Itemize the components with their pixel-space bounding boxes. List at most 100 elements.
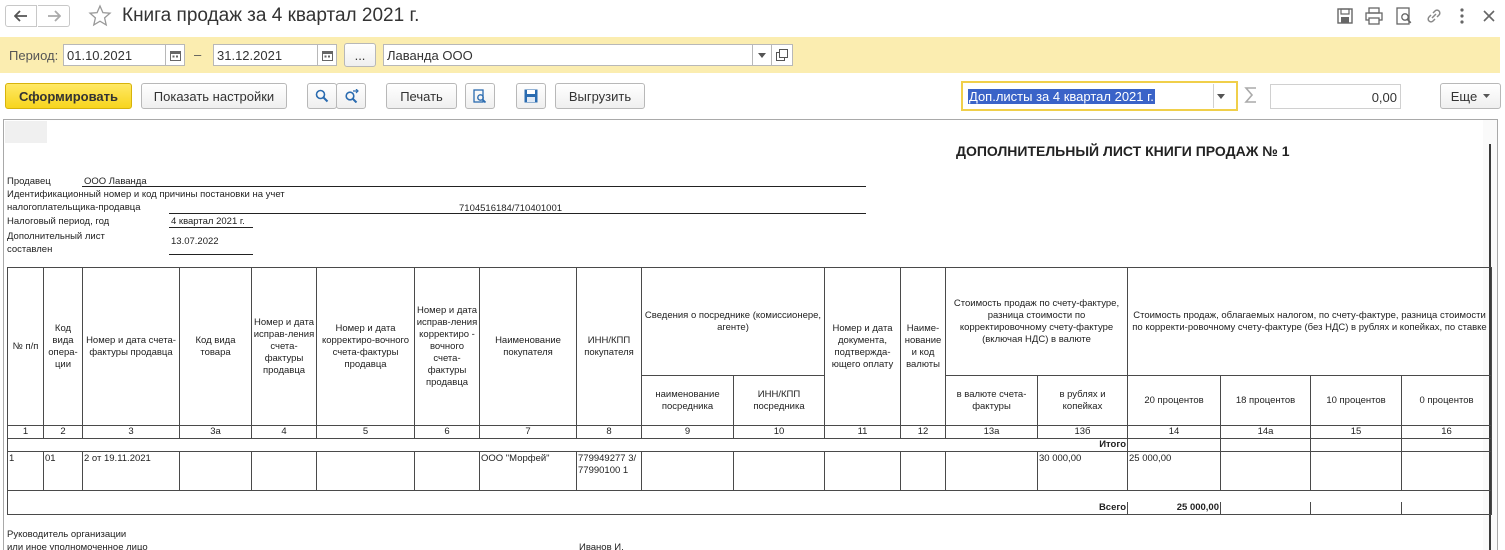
calendar-icon [169, 50, 181, 61]
print-preview-button[interactable] [465, 83, 495, 109]
row-number: 1 [7, 451, 44, 491]
report-section-select[interactable]: Доп.листы за 4 квартал 2021 г. [961, 81, 1238, 111]
document-title: ДОПОЛНИТЕЛЬНЫЙ ЛИСТ КНИГИ ПРОДАЖ № 1 [956, 143, 1290, 159]
header-c14-16: Стоимость продаж, облагаемых налогом, по… [1127, 267, 1492, 376]
window-title: Книга продаж за 4 квартал 2021 г. [122, 5, 420, 26]
period-label: Период: [9, 48, 59, 63]
tax-period-value: 4 квартал 2021 г. [171, 216, 245, 227]
col-number: 11 [824, 425, 901, 439]
col-number: 1 [7, 425, 44, 439]
header-c7: Наименование покупателя [479, 267, 577, 426]
col-number: 3а [179, 425, 252, 439]
arrow-right-icon [47, 10, 61, 22]
period-choose-button[interactable]: ... [344, 43, 376, 67]
col-number: 13б [1037, 425, 1128, 439]
header-c9: наименование посредника [641, 375, 734, 426]
export-button[interactable]: Выгрузить [555, 83, 645, 109]
header-c6: Номер и дата исправ-ления корректиро - в… [414, 267, 480, 426]
col-number: 10 [733, 425, 825, 439]
tax-period-label: Налоговый период, год [7, 216, 110, 227]
favorite-star-icon[interactable] [88, 4, 112, 28]
footer-signer-name: Иванов И. [579, 542, 624, 550]
report-spreadsheet[interactable]: ДОПОЛНИТЕЛЬНЫЙ ЛИСТ КНИГИ ПРОДАЖ № 1 Про… [3, 119, 1498, 550]
header-c8: ИНН/КПП покупателя [576, 267, 642, 426]
vsego-row: Всего 25 000,00 [7, 501, 1492, 515]
col-number: 5 [316, 425, 415, 439]
organization-input[interactable]: Лаванда ООО [383, 44, 753, 66]
row-buyer-inn: 779949277 3/77990100 1 [576, 451, 642, 491]
period-separator: – [194, 47, 202, 62]
table-row[interactable]: 1 01 2 от 19.11.2021 ООО "Морфей" 779949… [7, 451, 1492, 491]
col-number: 2 [43, 425, 83, 439]
header-c14: 20 процентов [1127, 375, 1221, 426]
addsheet-label-line1: Дополнительный лист [7, 231, 105, 242]
period-from-input[interactable]: 01.10.2021 [63, 44, 166, 66]
generate-button[interactable]: Сформировать [5, 83, 132, 109]
header-c10: ИНН/КПП посредника [733, 375, 825, 426]
open-form-icon [776, 49, 788, 61]
organization-dropdown-button[interactable] [752, 44, 772, 66]
period-to-input[interactable]: 31.12.2021 [213, 44, 318, 66]
print-preview-icon [473, 88, 487, 103]
calendar-from-button[interactable] [165, 44, 185, 66]
header-c16: 0 процентов [1401, 375, 1492, 426]
print-icon[interactable] [1364, 6, 1384, 26]
search-next-icon [344, 89, 359, 103]
link-icon[interactable] [1424, 6, 1444, 26]
save-report-button[interactable] [516, 83, 546, 109]
vsego-value: 25 000,00 [1127, 501, 1221, 515]
col-number: 14 [1127, 425, 1221, 439]
sales-book-table: № п/п Код вида опера-ции Номер и дата сч… [7, 267, 1492, 515]
addsheet-label-line2: составлен [7, 244, 53, 255]
header-c13: Стоимость продаж по счету-фактуре, разни… [945, 267, 1128, 376]
row-operation-code: 01 [43, 451, 83, 491]
header-c9-10: Сведения о посреднике (комиссионере, аге… [641, 267, 825, 376]
header-c11: Номер и дата документа, подтвержда-ющего… [824, 267, 901, 426]
header-c13a: в валюте счета-фактуры [945, 375, 1038, 426]
footer-signer-label-1: Руководитель организации [7, 529, 127, 540]
search-button[interactable] [307, 83, 337, 109]
header-c14a: 18 процентов [1220, 375, 1311, 426]
header-c5: Номер и дата корректиро-вочного счета-фа… [316, 267, 415, 426]
show-settings-button[interactable]: Показать настройки [141, 83, 287, 109]
header-c3: Номер и дата счета-фактуры продавца [82, 267, 180, 426]
header-c12: Наиме-нование и код валюты [900, 267, 946, 426]
row-invoice: 2 от 19.11.2021 [82, 451, 180, 491]
header-c2: Код вида опера-ции [43, 267, 83, 426]
report-section-value: Доп.листы за 4 квартал 2021 г. [968, 89, 1155, 104]
row-rub-total: 30 000,00 [1037, 451, 1128, 491]
more-button-label: Еще [1450, 88, 1478, 104]
close-icon[interactable] [1479, 6, 1499, 26]
more-button[interactable]: Еще [1440, 83, 1501, 109]
forward-button[interactable] [38, 5, 70, 27]
addsheet-date: 13.07.2022 [171, 236, 219, 247]
window-titlebar: Книга продаж за 4 квартал 2021 г. [0, 0, 1505, 34]
arrow-left-icon [14, 10, 27, 22]
col-number: 3 [82, 425, 180, 439]
col-number: 16 [1401, 425, 1492, 439]
itogo-row: Итого [7, 438, 1492, 452]
organization-open-button[interactable] [771, 44, 793, 66]
sum-field[interactable]: 0,00 [1270, 84, 1401, 109]
col-number: 13а [945, 425, 1038, 439]
col-number: 15 [1310, 425, 1402, 439]
preview-icon[interactable] [1394, 6, 1414, 26]
sum-icon [1244, 87, 1256, 103]
header-c13b: в рублях и копейках [1037, 375, 1128, 426]
header-c3a: Код вида товара [179, 267, 252, 426]
col-number: 8 [576, 425, 642, 439]
footer-signer-label-2: или иное уполномоченное лицо [7, 542, 148, 550]
calendar-to-button[interactable] [317, 44, 337, 66]
save-icon[interactable] [1335, 6, 1355, 26]
col-number: 9 [641, 425, 734, 439]
chevron-down-icon[interactable] [1217, 94, 1225, 99]
row-vat20-base: 25 000,00 [1127, 451, 1221, 491]
chevron-down-icon [1483, 94, 1491, 98]
back-button[interactable] [5, 5, 37, 27]
print-button[interactable]: Печать [386, 83, 457, 109]
more-vertical-icon[interactable] [1452, 6, 1472, 26]
itogo-label: Итого [7, 438, 1128, 452]
row-buyer: ООО "Морфей" [479, 451, 577, 491]
seller-label: Продавец [7, 176, 51, 187]
search-repeat-button[interactable] [336, 83, 366, 109]
